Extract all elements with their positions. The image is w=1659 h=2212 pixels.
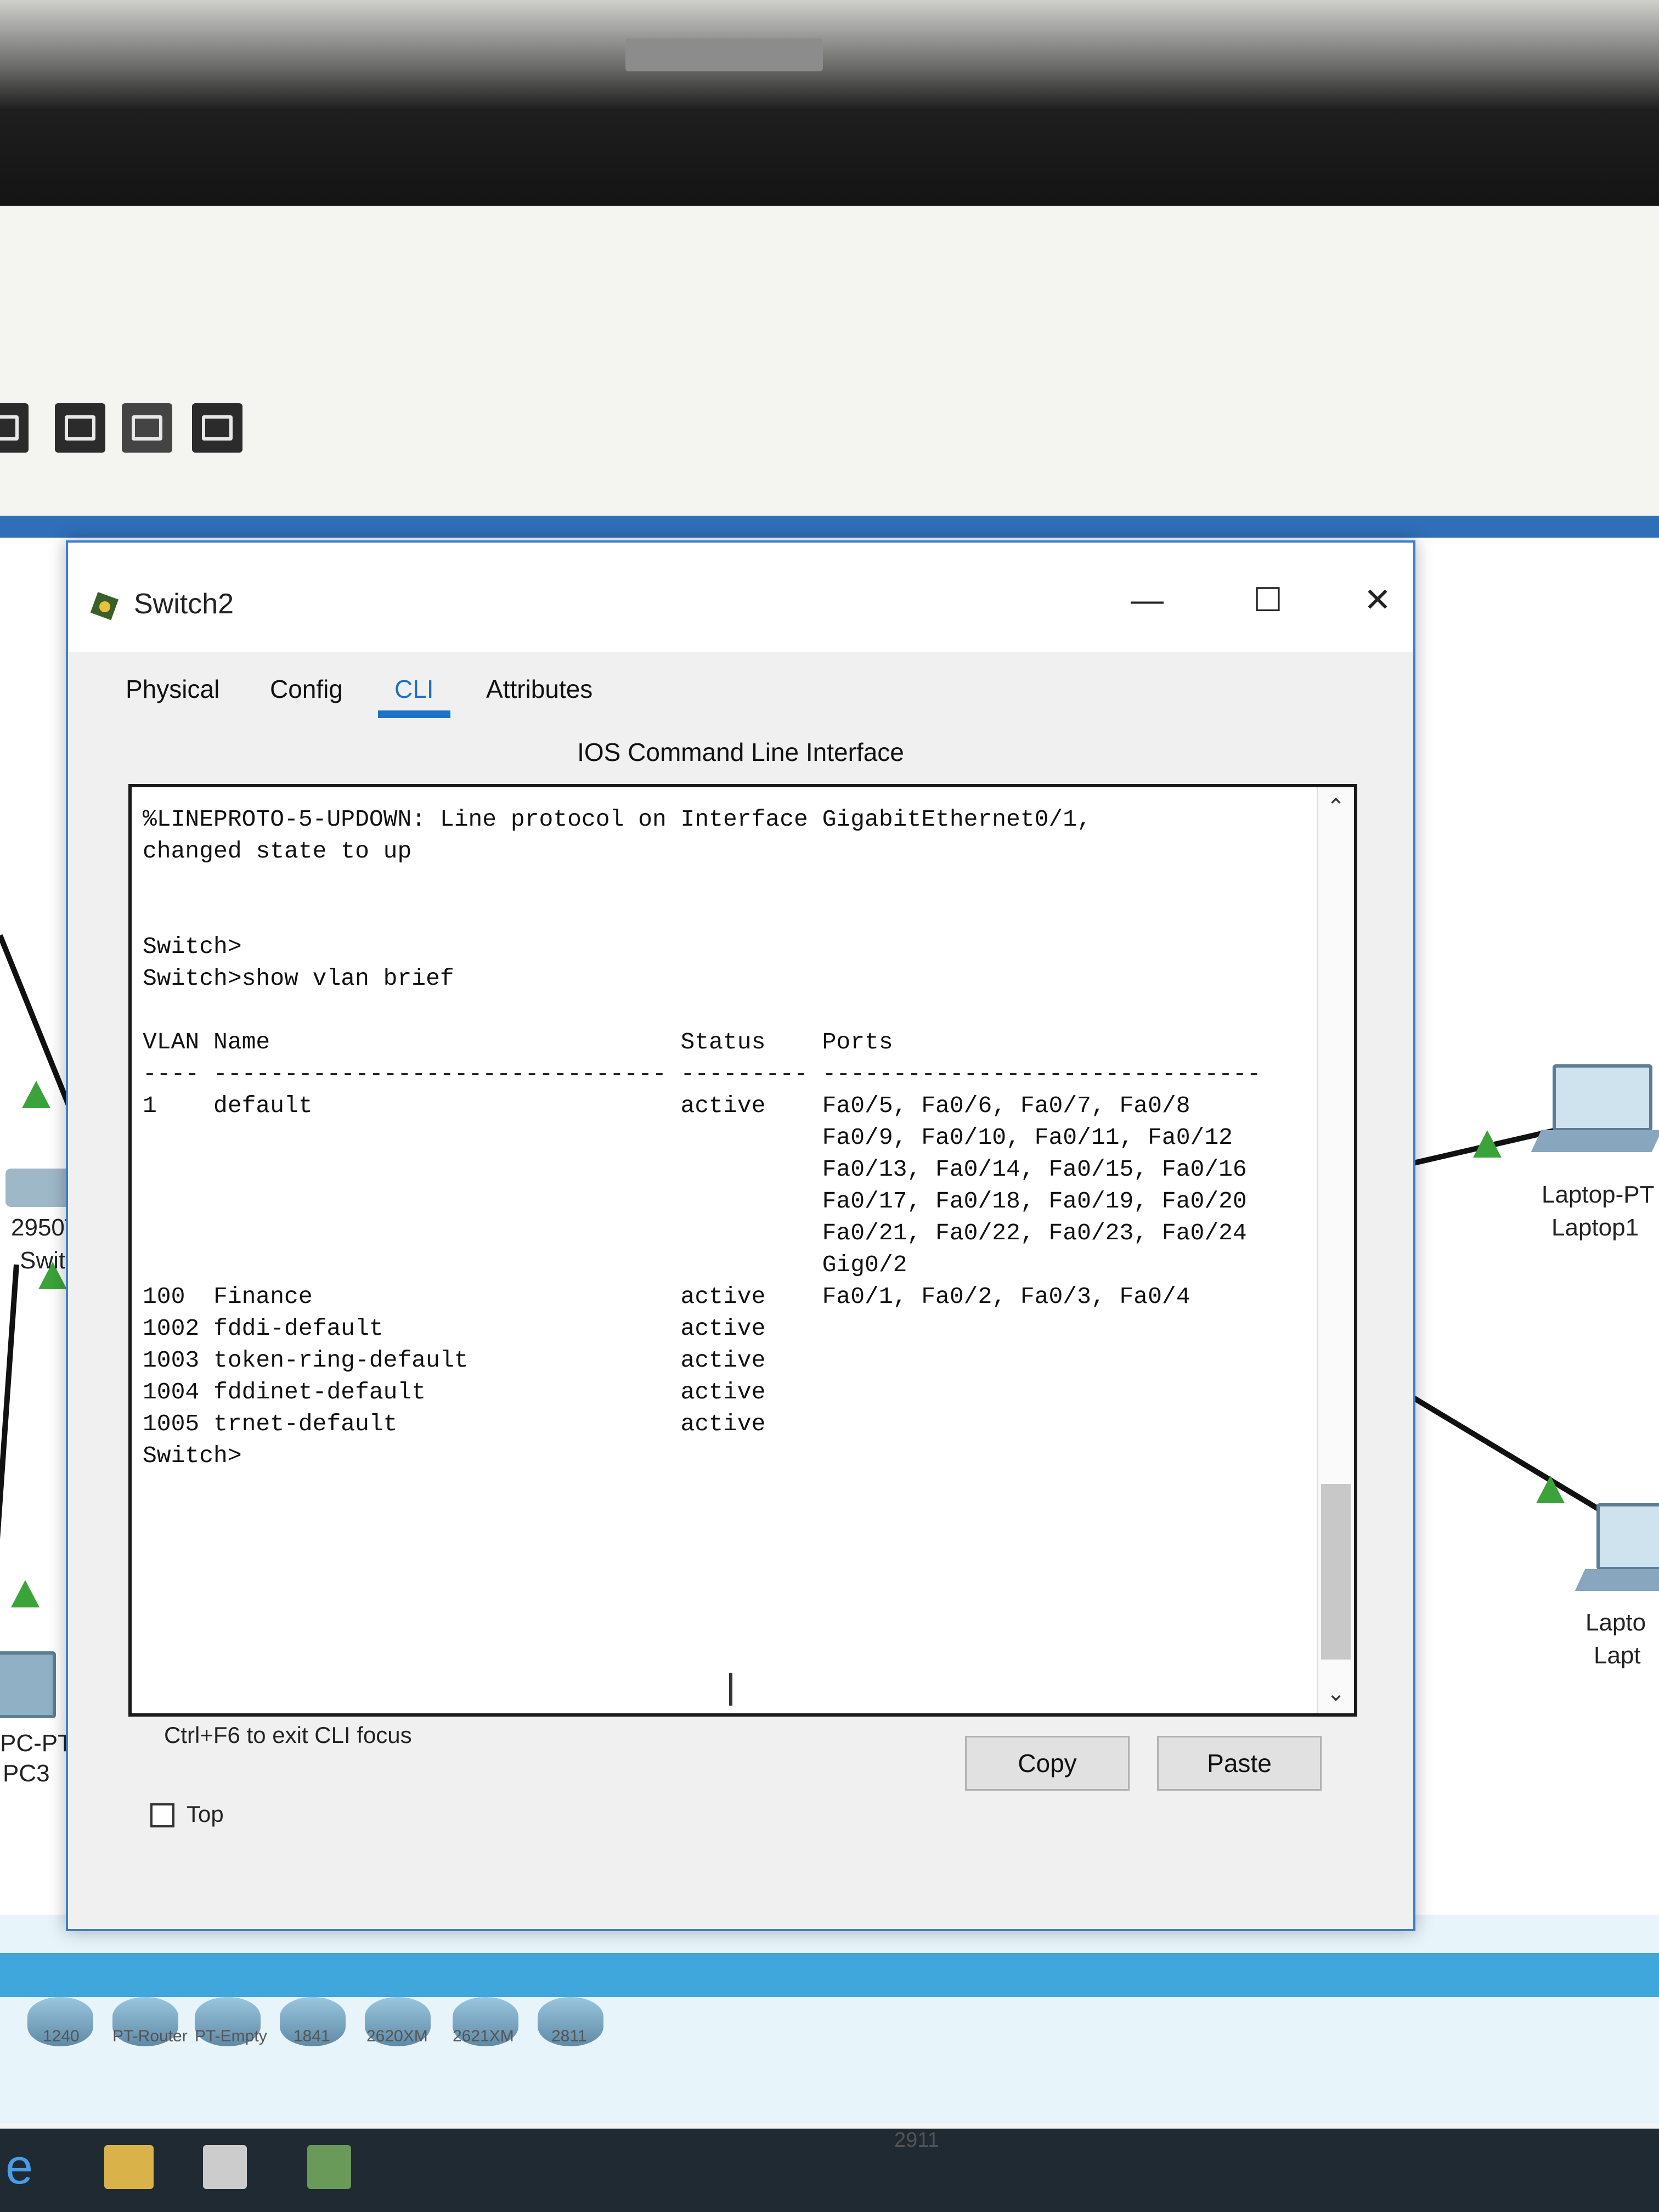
tab-config[interactable]: Config [264, 674, 348, 704]
toolbar-cloud-icon[interactable] [192, 403, 242, 453]
device-label-pt-empty: PT-Empty [195, 2027, 267, 2045]
scroll-down-arrow-icon[interactable]: ⌄ [1318, 1677, 1354, 1710]
bezel-logo [625, 38, 823, 71]
ibeam-cursor-icon [729, 1673, 732, 1706]
device-label-2911: 2911 [894, 2129, 939, 2152]
top-checkbox-label: Top [187, 1801, 224, 1827]
tab-bar: Physical Config CLI Attributes [68, 652, 1413, 724]
copy-button[interactable]: Copy [965, 1736, 1130, 1791]
toolbar-icon-partial[interactable] [0, 403, 29, 453]
browser-icon[interactable]: e [5, 2140, 55, 2194]
minimize-button[interactable]: — [1111, 565, 1183, 636]
toolbar-device-icon[interactable] [122, 403, 172, 453]
maximize-button[interactable]: ☐ [1232, 565, 1304, 636]
packet-tracer-taskbar-icon[interactable] [307, 2145, 351, 2189]
bezel-top-shade [0, 0, 1659, 110]
device-label-2811: 2811 [551, 2027, 587, 2045]
device-label-2620xm: 2620XM [366, 2027, 428, 2045]
close-button[interactable]: ✕ [1342, 565, 1413, 636]
cli-header: IOS Command Line Interface [577, 738, 904, 766]
cli-scrollbar[interactable]: ⌃ ⌄ [1317, 787, 1354, 1713]
device-label-2621xm: 2621XM [453, 2027, 514, 2045]
paste-button[interactable]: Paste [1157, 1736, 1322, 1791]
device-label-1240: 1240 [43, 2027, 80, 2045]
tab-cli[interactable]: CLI [378, 674, 450, 718]
device-label-1841: 1841 [294, 2027, 330, 2045]
switch2-window: Switch2 — ☐ ✕ Physical Config CLI Attrib… [66, 540, 1415, 1931]
device-bar-header [0, 1953, 1659, 1997]
tab-physical[interactable]: Physical [120, 674, 225, 704]
scroll-thumb[interactable] [1321, 1484, 1351, 1660]
laptop2-icon[interactable] [1575, 1503, 1659, 1596]
cli-exit-hint: Ctrl+F6 to exit CLI focus [164, 1722, 412, 1748]
cli-output[interactable]: %LINEPROTO-5-UPDOWN: Line protocol on In… [143, 804, 1284, 1472]
packet-tracer-app-icon [90, 592, 119, 620]
link-up-arrow [22, 1081, 50, 1108]
pc-model-label: PC-PT [0, 1730, 72, 1757]
link-up-arrow [1536, 1476, 1565, 1503]
taskbar-app-icon[interactable] [203, 2145, 247, 2189]
laptop2-name-label: Lapt [1594, 1642, 1641, 1669]
toolbar-note-icon[interactable] [55, 403, 105, 453]
link-up-arrow [11, 1580, 40, 1607]
file-explorer-icon[interactable] [104, 2145, 154, 2189]
laptop1-icon[interactable] [1531, 1064, 1659, 1158]
cli-terminal[interactable]: %LINEPROTO-5-UPDOWN: Line protocol on In… [128, 784, 1357, 1717]
window-titlebar[interactable]: Switch2 — ☐ ✕ [68, 543, 1413, 652]
pc-icon[interactable] [0, 1651, 56, 1718]
monitor-bezel [0, 0, 1659, 206]
device-label-pt-router: PT-Router [112, 2027, 188, 2045]
laptop1-name-label: Laptop1 [1551, 1214, 1639, 1241]
tab-attributes[interactable]: Attributes [481, 674, 598, 704]
scroll-up-arrow-icon[interactable]: ⌃ [1318, 791, 1354, 823]
pc-name-label: PC3 [3, 1760, 50, 1787]
top-checkbox[interactable] [150, 1803, 174, 1827]
window-title: Switch2 [134, 588, 234, 620]
laptop2-model-label: Lapto [1585, 1609, 1646, 1636]
laptop1-model-label: Laptop-PT [1542, 1181, 1655, 1208]
link-up-arrow [1473, 1130, 1502, 1158]
taskbar: e 2911 [0, 2129, 1659, 2212]
